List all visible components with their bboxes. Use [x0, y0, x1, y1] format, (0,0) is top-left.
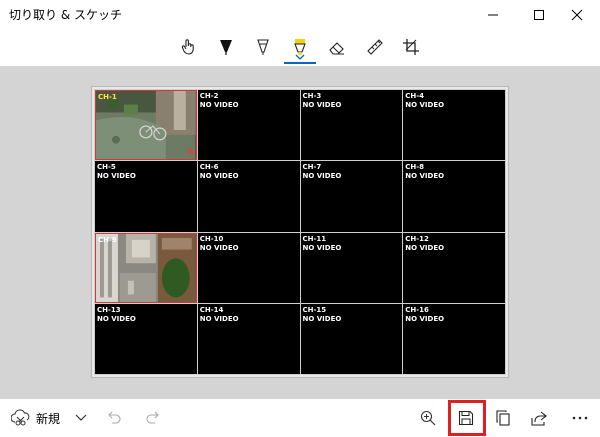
new-snip-icon: [11, 409, 30, 426]
channel-label: CH-6: [199, 163, 219, 172]
app-title: 切り取り & スケッチ: [9, 8, 122, 22]
camera-cell: CH-14 NO VIDEO: [197, 303, 300, 374]
eraser-icon: [329, 42, 344, 55]
channel-label: CH-1: [98, 93, 117, 101]
channel-label: CH-9: [98, 235, 117, 244]
camera-cell: CH-5 NO VIDEO: [95, 161, 197, 232]
pencil-icon: [257, 39, 269, 55]
channel-label: CH-7: [302, 163, 322, 172]
channel-label: CH-11: [302, 234, 327, 243]
recording-indicator: R: [188, 148, 194, 157]
copy-icon: [496, 410, 510, 426]
title-bar: 切り取り & スケッチ: [0, 0, 600, 30]
dvr-grid: CH-1 R CH-2 NO VIDEO CH-3 NO VIDEO CH-4 NO VIDE…: [94, 89, 506, 375]
no-video-text: NO VIDEO: [199, 314, 239, 323]
no-video-text: NO VIDEO: [199, 243, 239, 252]
camera-cell: CH-12 NO VIDEO: [403, 232, 505, 303]
redo-icon: [146, 411, 159, 424]
no-video-text: NO VIDEO: [97, 314, 136, 323]
camera-cell: CH-3 NO VIDEO: [300, 90, 403, 161]
copy-button[interactable]: [492, 407, 514, 429]
redo-button[interactable]: [141, 407, 163, 429]
pencil-button[interactable]: [252, 36, 274, 58]
close-icon: [571, 9, 583, 21]
chevron-down-icon: [75, 414, 87, 421]
channel-label: CH-14: [199, 305, 224, 314]
camera-cell: CH-4 NO VIDEO: [403, 90, 505, 161]
channel-label: CH-12: [405, 234, 429, 243]
new-snip-button[interactable]: [8, 407, 34, 429]
no-video-text: NO VIDEO: [302, 243, 342, 252]
crop-button[interactable]: [400, 36, 422, 58]
no-video-text: NO VIDEO: [97, 172, 136, 181]
no-video-text: NO VIDEO: [302, 172, 342, 181]
touch-writing-button[interactable]: [178, 36, 200, 58]
chevron-down-icon[interactable]: [294, 53, 306, 61]
share-icon: [531, 411, 547, 426]
channel-label: CH-13: [97, 305, 121, 314]
camera-cell: CH-2 NO VIDEO: [197, 90, 300, 161]
no-video-text: NO VIDEO: [302, 314, 342, 323]
channel-label: CH-5: [97, 163, 116, 172]
no-video-text: NO VIDEO: [405, 243, 445, 252]
share-button[interactable]: [528, 407, 550, 429]
camera-cell: CH-15 NO VIDEO: [300, 303, 403, 374]
channel-label: CH-8: [405, 163, 425, 172]
new-button[interactable]: 新規: [34, 407, 62, 429]
camera-cell: CH-16 NO VIDEO: [403, 303, 505, 374]
eraser-button[interactable]: [326, 36, 348, 58]
touch-writing-icon: [181, 39, 194, 55]
undo-icon: [108, 411, 121, 424]
zoom-button[interactable]: [417, 407, 439, 429]
channel-label: CH-2: [199, 92, 219, 100]
new-dropdown-button[interactable]: [70, 407, 92, 429]
no-video-text: NO VIDEO: [405, 101, 445, 109]
no-video-text: NO VIDEO: [405, 314, 445, 323]
close-button[interactable]: [554, 0, 600, 30]
zoom-icon: [420, 410, 436, 426]
save-highlight-box: [448, 400, 486, 436]
camera-cell: CH-13 NO VIDEO: [95, 303, 197, 374]
channel-label: CH-3: [302, 92, 322, 100]
channel-label: CH-16: [405, 305, 429, 314]
ballpoint-pen-button[interactable]: [215, 36, 237, 58]
camera-cell: CH-1 R: [95, 90, 197, 161]
active-tool-indicator: [284, 62, 316, 64]
canvas-area: CH-1 R CH-2 NO VIDEO CH-3 NO VIDEO CH-4 NO VIDE…: [0, 66, 600, 399]
maximize-icon: [534, 10, 544, 20]
camera-cell: CH-7 NO VIDEO: [300, 161, 403, 232]
ruler-button[interactable]: [364, 36, 386, 58]
channel-label: CH-10: [199, 234, 224, 243]
camera-cell: CH-6 NO VIDEO: [197, 161, 300, 232]
no-video-text: NO VIDEO: [405, 172, 445, 181]
ballpoint-pen-icon: [220, 40, 232, 55]
no-video-text: NO VIDEO: [199, 172, 239, 181]
captured-image[interactable]: CH-1 R CH-2 NO VIDEO CH-3 NO VIDEO CH-4 NO VIDE…: [91, 86, 509, 378]
camera-cell: CH-9: [95, 232, 197, 303]
new-label: 新規: [35, 411, 60, 426]
no-video-text: NO VIDEO: [199, 101, 239, 109]
camera-cell: CH-11 NO VIDEO: [300, 232, 403, 303]
undo-button[interactable]: [104, 407, 126, 429]
more-icon: [572, 416, 588, 420]
bottom-bar: 新規: [0, 399, 600, 437]
more-button[interactable]: [569, 407, 591, 429]
channel-label: CH-4: [405, 92, 425, 100]
minimize-button[interactable]: [470, 0, 516, 30]
no-video-text: NO VIDEO: [302, 101, 342, 109]
ruler-icon: [367, 39, 383, 55]
minimize-icon: [488, 14, 498, 16]
camera-cell: CH-10 NO VIDEO: [197, 232, 300, 303]
channel-label: CH-15: [302, 305, 327, 314]
camera-cell: CH-8 NO VIDEO: [403, 161, 505, 232]
crop-icon: [403, 39, 419, 55]
